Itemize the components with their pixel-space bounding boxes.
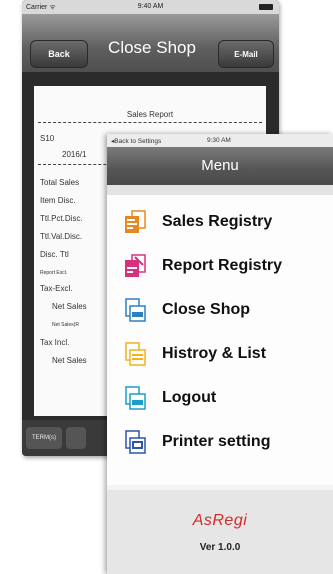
navigation-bar: Back Close Shop E-Mail — [22, 14, 279, 72]
divider — [38, 122, 262, 125]
version-label: Ver 1.0.0 — [199, 542, 241, 553]
report-registry-icon — [125, 254, 146, 277]
app-footer: AsRegi Ver 1.0.0 — [107, 490, 333, 574]
status-time: 9:40 AM — [137, 3, 164, 10]
report-line: S10 — [40, 134, 55, 143]
back-to-settings-link[interactable]: ◂Back to Settings — [111, 137, 161, 145]
printer-setting-icon — [125, 430, 146, 454]
report-row: Ttl.Pct.Disc. — [40, 214, 83, 223]
email-button[interactable]: E-Mail — [218, 40, 274, 68]
toolbar-button[interactable] — [66, 427, 86, 449]
report-title: Sales Report — [126, 110, 174, 119]
navigation-bar: Menu — [107, 147, 333, 185]
menu-item-label: Histroy & List — [162, 345, 267, 362]
report-row: Total Sales — [40, 178, 80, 187]
close-shop-icon — [125, 298, 146, 322]
menu-item-history-list[interactable]: Histroy & List — [117, 341, 327, 367]
menu-item-printer-setting[interactable]: Printer setting — [117, 429, 327, 455]
menu-item-close-shop[interactable]: Close Shop — [117, 297, 327, 323]
status-bar: Carrier ᯤ 9:40 AM — [22, 0, 279, 14]
report-row: Tax-Excl. — [40, 284, 73, 293]
menu-list: Sales Registry Report Registry Close Sho… — [107, 185, 333, 485]
status-time: 9:30 AM — [207, 137, 231, 144]
report-row: Report Excl. — [40, 270, 68, 276]
back-button[interactable]: Back — [30, 40, 88, 68]
report-date: 2016/1 — [62, 150, 87, 159]
sales-registry-icon — [125, 210, 146, 233]
report-row: Net Sales(R — [52, 322, 79, 328]
menu-item-label: Logout — [162, 389, 217, 406]
logout-icon — [125, 386, 146, 410]
report-row: Ttl.Val.Disc. — [40, 232, 83, 241]
menu-item-sales-registry[interactable]: Sales Registry — [117, 209, 327, 235]
app-logo: AsRegi — [192, 512, 248, 529]
page-title: Close Shop — [108, 38, 196, 57]
battery-icon — [259, 4, 273, 10]
report-row: Tax Incl. — [40, 338, 70, 347]
menu-item-label: Close Shop — [162, 301, 251, 318]
menu-item-label: Report Registry — [162, 257, 283, 274]
report-row: Net Sales — [52, 356, 87, 365]
menu-item-logout[interactable]: Logout — [117, 385, 327, 411]
page-title: Menu — [201, 157, 239, 174]
report-row: Net Sales — [52, 302, 87, 311]
menu-screen: ◂Back to Settings 9:30 AM Menu Sales Reg… — [107, 134, 333, 574]
report-row: Disc. Ttl — [40, 250, 69, 259]
menu-item-label: Printer setting — [162, 433, 271, 450]
menu-item-report-registry[interactable]: Report Registry — [117, 253, 327, 279]
history-list-icon — [125, 342, 146, 366]
menu-item-label: Sales Registry — [162, 213, 273, 230]
term-button[interactable]: TERM(s) — [26, 427, 62, 449]
report-row: Item Disc. — [40, 196, 76, 205]
divider — [107, 185, 333, 195]
status-bar: ◂Back to Settings 9:30 AM — [107, 134, 333, 147]
